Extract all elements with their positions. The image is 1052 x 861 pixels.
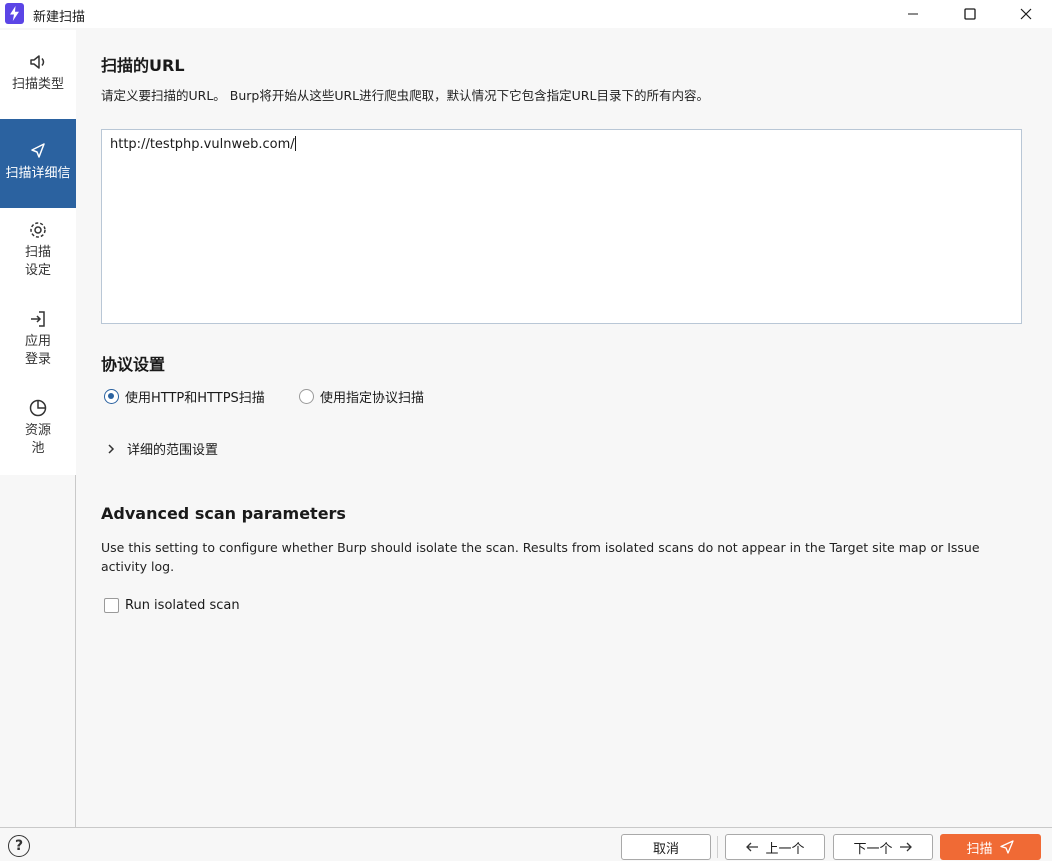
advanced-section-description: Use this setting to configure whether Bu…: [101, 540, 980, 574]
window-title: 新建扫描: [33, 10, 86, 25]
radio-button[interactable]: [299, 389, 314, 404]
radio-label: 使用指定协议扫描: [320, 391, 425, 406]
checkbox-label: Run isolated scan: [125, 598, 240, 613]
radio-http-https[interactable]: 使用HTTP和HTTPS扫描: [104, 387, 265, 406]
speaker-icon: [27, 50, 49, 74]
url-section-description: 请定义要扫描的URL。 Burp将开始从这些URL进行爬虫爬取，默认情况下它包含…: [101, 88, 709, 103]
divider: [717, 836, 718, 858]
send-icon: [999, 840, 1014, 854]
burp-bolt-icon: [5, 3, 24, 24]
scan-button[interactable]: 扫描: [940, 834, 1041, 860]
close-button[interactable]: [1003, 0, 1049, 28]
title-bar: 新建扫描: [0, 0, 1052, 28]
previous-button[interactable]: 上一个: [725, 834, 825, 860]
footer-bar: ? 取消 上一个 下一个 扫描: [0, 827, 1052, 861]
sidebar-item-app-login[interactable]: 应用 登录: [0, 307, 76, 373]
url-textarea[interactable]: http://testphp.vulnweb.com/: [101, 129, 1022, 324]
maximize-button[interactable]: [947, 0, 993, 28]
radio-label: 使用HTTP和HTTPS扫描: [125, 391, 265, 406]
arrow-left-icon: [746, 842, 759, 852]
url-section-title: 扫描的URL: [101, 56, 185, 75]
radio-button-checked[interactable]: [104, 389, 119, 404]
pie-icon: [27, 396, 49, 420]
text-caret: [294, 136, 296, 151]
send-icon: [27, 139, 49, 163]
minimize-button[interactable]: [890, 0, 936, 28]
arrow-right-icon: [899, 842, 912, 852]
cancel-button[interactable]: 取消: [621, 834, 711, 860]
sidebar-item-scan-type[interactable]: 扫描类型: [0, 50, 76, 100]
sidebar-item-scan-settings[interactable]: 扫描 设定: [0, 218, 76, 284]
expander-label: 详细的范围设置: [127, 443, 219, 458]
detailed-scope-expander[interactable]: 详细的范围设置: [105, 439, 218, 458]
sidebar-item-label: 应用 登录: [24, 334, 51, 367]
cancel-label: 取消: [652, 841, 679, 857]
scan-label: 扫描: [966, 841, 993, 857]
gear-icon: [27, 218, 49, 242]
help-icon[interactable]: ?: [8, 835, 30, 857]
chevron-right-icon: [108, 443, 115, 454]
sidebar-item-label: 扫描类型: [11, 77, 64, 92]
protocol-section-title: 协议设置: [101, 355, 166, 374]
sidebar-item-label: 扫描详细信: [5, 166, 71, 181]
sidebar-item-resource-pool[interactable]: 资源 池: [0, 396, 76, 462]
checkbox[interactable]: [104, 598, 119, 613]
main-panel: 扫描的URL 请定义要扫描的URL。 Burp将开始从这些URL进行爬虫爬取，默…: [77, 30, 1052, 827]
advanced-section-title: Advanced scan parameters: [101, 504, 346, 523]
sidebar-item-label: 资源 池: [24, 423, 51, 456]
run-isolated-scan-checkbox[interactable]: Run isolated scan: [104, 598, 240, 613]
url-value: http://testphp.vulnweb.com/: [110, 137, 295, 152]
login-icon: [27, 307, 49, 331]
next-label: 下一个: [853, 841, 893, 857]
sidebar-item-scan-details[interactable]: 扫描详细信: [0, 119, 76, 208]
sidebar-item-label: 扫描 设定: [24, 245, 51, 278]
radio-specific-protocol[interactable]: 使用指定协议扫描: [299, 387, 424, 406]
next-button[interactable]: 下一个: [833, 834, 933, 860]
sidebar-empty-area: [0, 475, 76, 827]
sidebar-nav: 扫描类型 扫描详细信 扫描 设定 应用 登录 资源 池: [0, 30, 76, 475]
previous-label: 上一个: [765, 841, 805, 857]
